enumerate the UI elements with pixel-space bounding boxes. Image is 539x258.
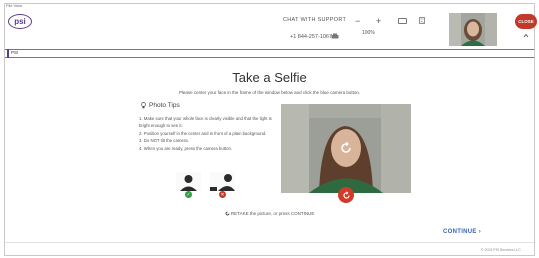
zoom-out-button[interactable]: − [355,16,360,26]
photo-tips-label: Photo Tips [149,102,180,109]
zoom-level: 100% [362,30,375,36]
calculator-icon[interactable] [419,17,425,24]
webcam-preview-thumbnail [449,13,497,46]
webcam-thumbnail-image [449,13,497,46]
support-phone: +1 844-257-1067 [290,34,333,40]
footer-divider [5,242,534,243]
copyright-text: © 2023 PSI Services LLC [481,248,521,252]
tip-item: 4. When you are ready, press the camera … [139,145,233,151]
camera-view [281,104,411,193]
good-example-image [176,172,201,191]
retake-text: RETAKE the picture, or press CONTINUE [230,211,315,216]
zoom-in-button[interactable]: + [376,16,381,26]
check-icon: ✓ [185,191,192,198]
chat-support-button[interactable]: CHAT WITH SUPPORT [283,17,346,23]
chevron-up-icon[interactable] [523,33,529,38]
tip-item: 2. Position yourself in the center and i… [139,130,267,136]
retake-small-icon [225,211,230,216]
phone-icon [331,33,339,39]
tab-strip [5,49,534,58]
retake-instruction: RETAKE the picture, or press CONTINUE [0,211,539,216]
page-instructions: Please center your face in the frame of … [178,90,361,95]
bad-example-image [210,172,235,191]
tab-psi[interactable]: PSI [9,50,21,55]
lightbulb-icon [141,102,146,109]
continue-button[interactable]: CONTINUE › [443,229,481,235]
retake-icon [342,190,350,199]
camera-capture-button[interactable] [338,187,354,203]
x-icon: ✕ [219,191,226,198]
close-button[interactable]: CLOSE [515,14,537,29]
refresh-overlay-icon [341,141,351,153]
logo-text: psi [14,17,26,26]
photo-tips-heading: Photo Tips [141,102,180,109]
keyboard-icon[interactable] [398,18,407,24]
page-title: Take a Selfie [232,70,307,85]
window-menu-text: File View [6,3,23,8]
tip-item: 3. Do NOT tilt the camera. [139,138,189,143]
psi-logo: psi [8,14,32,29]
tip-item: 1. Make sure that your whole face is cle… [139,116,272,128]
photo-tips-list: 1. Make sure that your whole face is cle… [139,115,279,152]
